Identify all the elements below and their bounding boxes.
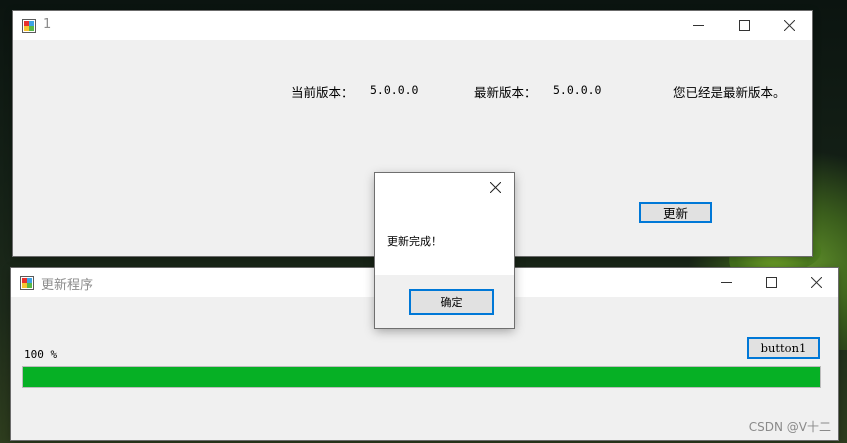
title-bar[interactable]: 1 [13,11,812,40]
app-icon [20,275,34,290]
progress-percent: 100 % [24,348,58,361]
close-button[interactable] [766,11,812,40]
message-box: 更新完成！ 确定 [375,173,514,328]
close-icon [489,182,501,193]
maximize-button[interactable] [748,268,794,297]
app-icon [22,18,36,33]
close-button[interactable] [476,173,514,202]
ok-button[interactable]: 确定 [409,289,494,315]
latest-version-label: 最新版本： [474,85,537,100]
watermark: CSDN @V十二 [748,420,831,434]
message-footer: 确定 [375,275,514,328]
close-icon [783,20,795,31]
latest-version-value: 5.0.0.0 [553,83,602,97]
current-version-label: 当前版本： [291,85,354,100]
maximize-button[interactable] [721,11,767,40]
progress-fill [23,367,820,387]
progress-bar [22,366,821,388]
minimize-icon [720,282,732,283]
window-title: 更新程序 [41,278,94,293]
window-title: 1 [43,17,52,32]
close-icon [810,277,822,288]
button1[interactable]: button1 [747,337,820,359]
maximize-icon [738,20,750,31]
minimize-icon [692,25,704,26]
maximize-icon [765,277,777,288]
close-button[interactable] [793,268,839,297]
status-text: 您已经是最新版本。 [673,85,786,100]
minimize-button[interactable] [703,268,749,297]
current-version-value: 5.0.0.0 [370,83,419,97]
minimize-button[interactable] [675,11,721,40]
message-text: 更新完成！ [387,235,442,248]
update-button[interactable]: 更新 [639,202,712,223]
